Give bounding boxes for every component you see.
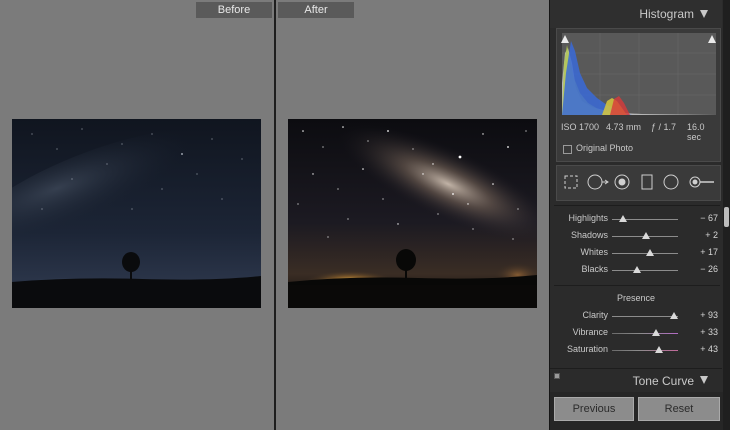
slider-track[interactable]: [612, 253, 678, 254]
slider-track[interactable]: [612, 316, 678, 317]
tone-curve-header[interactable]: Tone Curve: [550, 368, 722, 392]
button-bar: Previous Reset: [550, 392, 730, 430]
slider-highlights[interactable]: Highlights − 67: [550, 211, 722, 227]
histogram-graph[interactable]: [562, 33, 716, 115]
before-view: Before: [0, 0, 274, 430]
slider-thumb[interactable]: [641, 232, 650, 239]
slider-thumb[interactable]: [654, 346, 663, 353]
slider-thumb[interactable]: [651, 329, 660, 336]
original-photo-checkbox[interactable]: [563, 145, 572, 154]
after-photo-image: [288, 119, 537, 308]
histogram-panel: ISO 1700 4.73 mm ƒ / 1.7 16.0 sec Origin…: [556, 28, 721, 162]
slider-track[interactable]: [612, 270, 678, 271]
slider-value[interactable]: + 17: [700, 247, 718, 257]
histogram-curves: [562, 33, 716, 115]
slider-value[interactable]: + 43: [700, 344, 718, 354]
histogram-title: Histogram: [639, 7, 694, 21]
slider-label: Shadows: [570, 230, 608, 240]
collapse-triangle-icon[interactable]: [700, 10, 708, 18]
slider-thumb[interactable]: [633, 266, 642, 273]
slider-value[interactable]: + 2: [705, 230, 718, 240]
shutter-readout: 16.0 sec: [687, 122, 705, 142]
slider-thumb[interactable]: [619, 215, 628, 222]
panel-scrollbar[interactable]: [723, 0, 730, 430]
slider-value[interactable]: − 67: [700, 213, 718, 223]
original-photo-label: Original Photo: [576, 143, 634, 153]
graduated-filter-icon[interactable]: [641, 174, 653, 190]
adjustment-brush-icon[interactable]: [689, 174, 715, 190]
collapse-triangle-icon[interactable]: [700, 376, 708, 384]
slider-label: Vibrance: [572, 327, 608, 337]
right-panel: Histogram ISO 1700 4.73 mm ƒ / 1.7 16.0 …: [549, 0, 730, 430]
scrollbar-thumb[interactable]: [724, 207, 729, 227]
tone-curve-title: Tone Curve: [632, 374, 694, 388]
after-label: After: [278, 2, 354, 18]
before-photo-image: [12, 119, 261, 308]
section-divider: [554, 205, 720, 206]
after-photo[interactable]: [288, 119, 537, 308]
slider-thumb[interactable]: [670, 312, 679, 319]
slider-label: Blacks: [581, 264, 608, 274]
spot-removal-icon[interactable]: [587, 174, 609, 190]
section-divider: [554, 285, 720, 286]
develop-module: Before After Histogram ISO 1700 4.73 mm …: [0, 0, 730, 430]
slider-saturation[interactable]: Saturation + 43: [550, 342, 722, 358]
slider-clarity[interactable]: Clarity + 93: [550, 308, 722, 324]
tool-strip: [556, 165, 721, 201]
slider-value[interactable]: − 26: [700, 264, 718, 274]
slider-vibrance[interactable]: Vibrance + 33: [550, 325, 722, 341]
after-view: After: [276, 0, 549, 430]
slider-track[interactable]: [612, 333, 678, 334]
before-label: Before: [196, 2, 272, 18]
slider-whites[interactable]: Whites + 17: [550, 245, 722, 261]
iso-readout: ISO 1700: [561, 122, 600, 132]
shadow-clipping-triangle-icon[interactable]: [561, 35, 569, 43]
slider-value[interactable]: + 93: [700, 310, 718, 320]
slider-label: Whites: [580, 247, 608, 257]
reset-button[interactable]: Reset: [638, 397, 720, 421]
slider-shadows[interactable]: Shadows + 2: [550, 228, 722, 244]
basic-sliders: Highlights − 67 Shadows + 2 Whites + 17 …: [550, 205, 722, 365]
presence-heading: Presence: [616, 293, 656, 303]
slider-label: Saturation: [566, 344, 608, 354]
panel-end-marker-icon: [554, 373, 560, 379]
slider-value[interactable]: + 33: [700, 327, 718, 337]
highlight-clipping-triangle-icon[interactable]: [708, 35, 716, 43]
histogram-header[interactable]: Histogram: [550, 0, 722, 28]
aperture-readout: ƒ / 1.7: [651, 122, 677, 132]
red-eye-icon[interactable]: [614, 174, 630, 190]
crop-tool-icon[interactable]: [563, 174, 579, 190]
slider-track[interactable]: [612, 350, 678, 351]
radial-filter-icon[interactable]: [663, 174, 679, 190]
slider-label: Highlights: [568, 213, 608, 223]
focal-length-readout: 4.73 mm: [606, 122, 642, 132]
slider-label: Clarity: [582, 310, 608, 320]
previous-button[interactable]: Previous: [554, 397, 634, 421]
before-photo[interactable]: [12, 119, 261, 308]
slider-blacks[interactable]: Blacks − 26: [550, 262, 722, 278]
slider-thumb[interactable]: [646, 249, 655, 256]
